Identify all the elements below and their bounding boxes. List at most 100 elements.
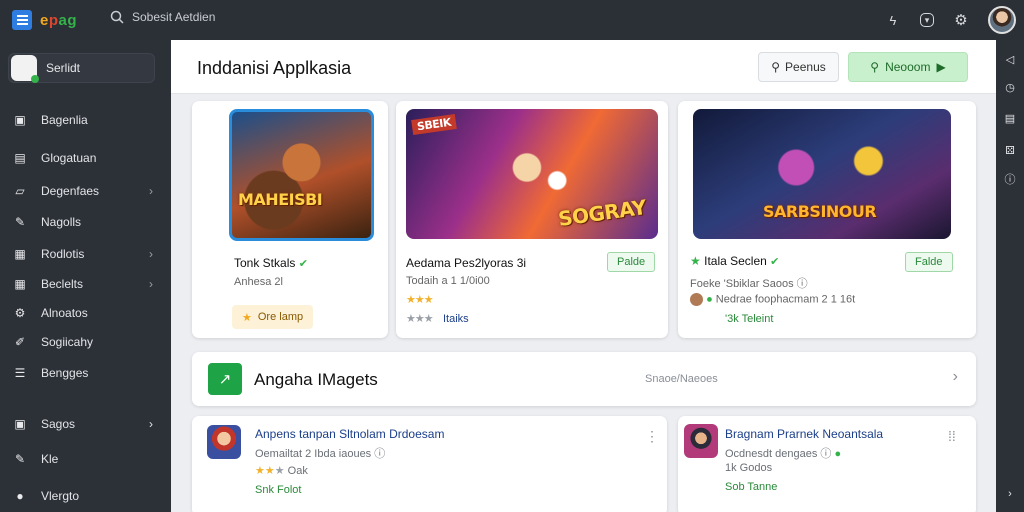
sidebar-item-label: Sogiicahy: [41, 335, 94, 349]
sidebar-item-nagolls[interactable]: ✎ Nagolls: [0, 210, 171, 234]
game-title[interactable]: Tonk Stkals ✔: [234, 256, 308, 270]
sidebar-item-alnoatos[interactable]: ⚙ Alnoatos: [0, 301, 171, 325]
sidebar-item-glogatuan[interactable]: ▤ Glogatuan: [0, 146, 171, 170]
search-icon: [110, 10, 124, 24]
bookmark-icon[interactable]: ▤: [1002, 110, 1018, 126]
verified-icon: ●: [834, 448, 842, 460]
sidebar: Serlidt ▣ Bagenlia ▤ Glogatuan ▱ Degenfaes ›…: [0, 40, 171, 512]
list-item-status: Sob Tanne: [725, 481, 778, 493]
game-card[interactable]: SARBSINOUR ★ Itala Seclen ✔ Foeke 'Sbikl…: [678, 101, 976, 338]
game-title-text: Tonk Stkals: [234, 256, 296, 270]
star-icon: ★: [690, 254, 701, 268]
sidebar-item-label: Bagenlia: [41, 113, 88, 127]
share-icon[interactable]: ◁: [1002, 51, 1018, 67]
section-link[interactable]: Snaoe/Naeoes: [645, 373, 718, 385]
page-header: Inddanisi Applkasia ⚲ Peenus ⚲ Neooom ▶: [171, 40, 996, 94]
app-icon: [11, 55, 39, 83]
game-status-text: '3k Teleint: [725, 313, 774, 325]
grid-icon: ▦: [14, 277, 26, 291]
sidebar-item-kle[interactable]: ✎ Kle: [0, 447, 171, 471]
clock-icon[interactable]: ◷: [1002, 79, 1018, 95]
menu-icon[interactable]: [12, 10, 32, 30]
section-row[interactable]: ↗ Angaha IMagets Snaoe/Naeoes ›: [192, 352, 976, 406]
list-item[interactable]: Bragnam Prarnek Neoantsala Ocdnesdt deng…: [678, 416, 976, 512]
game-title[interactable]: ★ Itala Seclen ✔: [690, 254, 779, 268]
secondary-button[interactable]: ⚲ Peenus: [758, 52, 839, 82]
game-chip[interactable]: ★ Ore lamp: [232, 305, 314, 329]
play-icon: ▶: [936, 60, 946, 74]
chevron-right-icon: ›: [149, 247, 153, 261]
chat-icon: ▤: [14, 151, 26, 165]
game-art[interactable]: SARBSINOUR: [693, 109, 951, 239]
sidebar-item-beclelts[interactable]: ▦ Beclelts ›: [0, 272, 171, 296]
game-subtitle: Foeke 'Sbiklar Saoos ⓘ: [690, 275, 808, 291]
list-item-rating: ★★★ Oak: [255, 464, 308, 477]
sidebar-item-label: Alnoatos: [41, 306, 88, 320]
sidebar-item-label: Rodlotis: [41, 247, 85, 261]
arrow-right-icon[interactable]: ›: [1002, 486, 1018, 502]
game-card[interactable]: SBEIK SOGRAY Aedama Pes2lyoras 3i Todaih…: [396, 101, 668, 338]
app-avatar[interactable]: [207, 425, 241, 459]
primary-button[interactable]: ⚲ Neooom ▶: [848, 52, 968, 82]
chevron-right-icon[interactable]: ›: [953, 368, 958, 386]
game-art-banner: SBEIK: [411, 114, 457, 135]
section-title: Angaha IMagets: [254, 370, 378, 389]
sidebar-item-bagenlia[interactable]: ▣ Bagenlia: [0, 108, 171, 132]
app-logo[interactable]: epag: [40, 12, 77, 29]
status-badge[interactable]: Falde: [905, 252, 953, 272]
sidebar-item-sagos[interactable]: ▣ Sagos ›: [0, 412, 171, 436]
list-item-subtitle-text: Oemailtat 2 Ibda iaoues: [255, 448, 372, 460]
bolt-icon[interactable]: ϟ: [882, 9, 904, 31]
top-bar: epag Sobesit Aetdien ϟ ▾ ⚙: [0, 0, 1024, 40]
sidebar-app-label: Serlidt: [46, 61, 81, 75]
dice-icon[interactable]: ⚄: [1002, 142, 1018, 158]
game-detail-text: Nedrae foophacmam 2 1 16t: [715, 293, 856, 306]
gamepad-icon: ▦: [14, 247, 26, 261]
game-chip-label: Ore lamp: [257, 311, 304, 323]
sidebar-item-vlergto[interactable]: ● Vlergto: [0, 484, 171, 508]
sidebar-item-label: Vlergto: [41, 489, 80, 503]
avatar: [690, 293, 703, 306]
game-art-title: SOGRAY: [556, 194, 648, 232]
info-icon[interactable]: ⓘ: [1002, 171, 1018, 187]
list-item-title[interactable]: Anpens tanpan Sltnolam Drdoesam: [255, 427, 444, 441]
list-item-title[interactable]: Bragnam Prarnek Neoantsala: [725, 427, 883, 441]
user-icon: ⚲: [771, 60, 781, 74]
book2-icon: ▣: [14, 417, 26, 431]
avatar[interactable]: [988, 6, 1016, 34]
more-icon[interactable]: ⋮: [645, 428, 659, 445]
settings-icon[interactable]: ⚙: [950, 9, 972, 31]
app-avatar[interactable]: [684, 424, 718, 458]
folder-icon: ▱: [15, 184, 25, 198]
sidebar-item-degenfaes[interactable]: ▱ Degenfaes ›: [0, 179, 171, 203]
game-card[interactable]: MAHEISBI Tonk Stkals ✔ Anhesa 2l ★ Ore la…: [192, 101, 388, 338]
sidebar-item-sogiicahy[interactable]: ✐ Sogiicahy: [0, 330, 171, 354]
chevron-right-icon: ›: [149, 417, 153, 431]
secondary-button-label: Peenus: [785, 60, 826, 74]
sidebar-app-selector[interactable]: Serlidt: [8, 53, 155, 83]
drag-handle-icon[interactable]: ⁞⁞: [948, 428, 956, 444]
game-subtitle: Todaih a 1 1/0i00: [406, 275, 490, 287]
game-detail: ● Nedrae foophacmam 2 1 16t: [690, 293, 855, 306]
rating-stars: ★★★: [406, 294, 434, 306]
game-art[interactable]: SBEIK SOGRAY: [406, 109, 658, 239]
sidebar-item-bengges[interactable]: ☰ Bengges: [0, 361, 171, 385]
right-rail: ◁ ◷ ▤ ⚄ ⓘ ›: [996, 40, 1024, 512]
download-icon[interactable]: ▾: [920, 13, 934, 27]
search-bar[interactable]: Sobesit Aetdien: [110, 10, 215, 24]
logo-part: p: [48, 11, 59, 29]
game-title[interactable]: Aedama Pes2lyoras 3i: [406, 256, 526, 270]
status-badge[interactable]: Palde: [607, 252, 656, 272]
game-art[interactable]: MAHEISBI: [229, 109, 374, 241]
user-icon: ●: [16, 489, 24, 503]
chevron-right-icon: ›: [149, 277, 153, 291]
game-subtitle: Anhesa 2l: [234, 276, 283, 288]
logo-part: ag: [58, 11, 78, 29]
search-input[interactable]: Sobesit Aetdien: [132, 10, 215, 24]
book-icon: ▣: [14, 113, 26, 127]
list-item[interactable]: Anpens tanpan Sltnolam Drdoesam Oemailta…: [192, 416, 667, 512]
game-art-title: SARBSINOUR: [763, 202, 877, 221]
sidebar-item-rodlotis[interactable]: ▦ Rodlotis ›: [0, 242, 171, 266]
verified-icon: ✔: [770, 256, 780, 268]
gear-icon: ⚙: [14, 306, 26, 320]
